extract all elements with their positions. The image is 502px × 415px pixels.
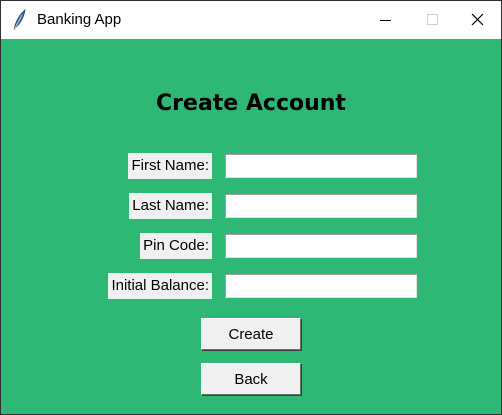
last-name-label: Last Name: <box>129 193 212 219</box>
pin-code-label: Pin Code: <box>140 233 212 259</box>
first-name-field[interactable] <box>225 154 417 178</box>
app-window: Banking App Create Account First Name: L… <box>0 0 502 415</box>
maximize-button[interactable] <box>409 1 455 39</box>
create-button[interactable]: Create <box>201 318 301 350</box>
feather-icon <box>10 8 28 32</box>
back-button[interactable]: Back <box>201 363 301 395</box>
initial-balance-label: Initial Balance: <box>108 273 212 299</box>
close-button[interactable] <box>455 1 501 39</box>
page-title: Create Account <box>156 91 346 116</box>
window-title: Banking App <box>37 11 122 28</box>
last-name-field[interactable] <box>225 194 417 218</box>
pin-code-field[interactable] <box>225 234 417 258</box>
initial-balance-field[interactable] <box>225 274 417 298</box>
form-panel: Create Account First Name: Last Name: Pi… <box>1 39 501 414</box>
minimize-button[interactable] <box>363 1 409 39</box>
first-name-label: First Name: <box>128 153 212 179</box>
title-bar[interactable]: Banking App <box>1 1 501 39</box>
